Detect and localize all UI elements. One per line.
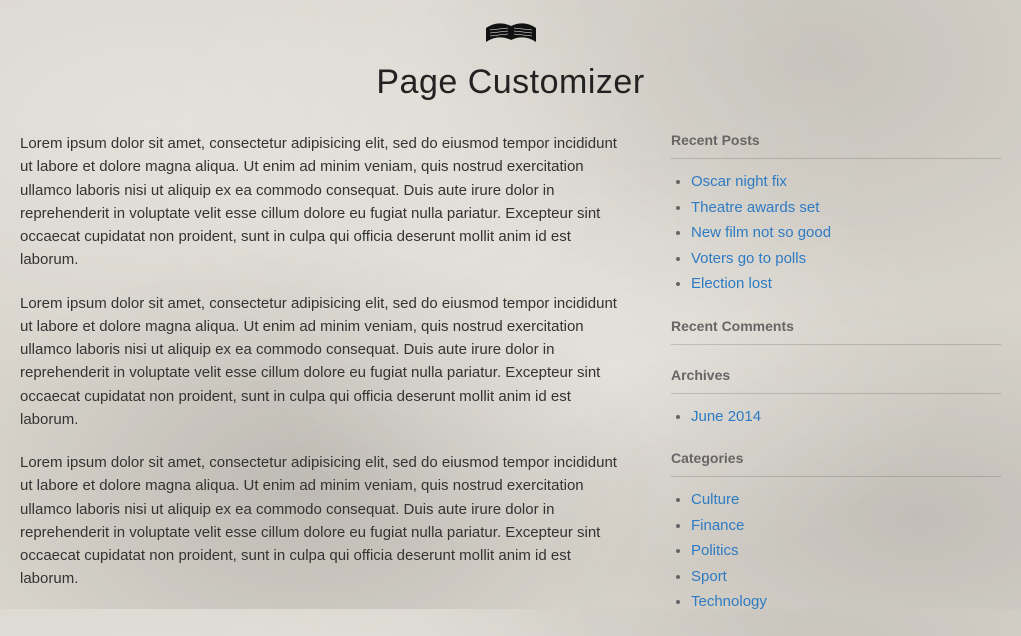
page-title: Page Customizer xyxy=(0,63,1021,102)
category-link[interactable]: Culture xyxy=(691,491,739,508)
list-item: Election lost xyxy=(691,273,1001,296)
recent-posts-list: Oscar night fix Theatre awards set New f… xyxy=(671,171,1001,296)
content-container: Lorem ipsum dolor sit amet, consectetur … xyxy=(0,112,1021,636)
paragraph: Lorem ipsum dolor sit amet, consectetur … xyxy=(20,451,631,591)
list-item: Oscar night fix xyxy=(691,171,1001,194)
list-item: Technology xyxy=(691,591,1001,614)
paragraph: Lorem ipsum dolor sit amet, consectetur … xyxy=(20,132,631,272)
book-icon xyxy=(482,20,540,55)
categories-list: Culture Finance Politics Sport Technolog… xyxy=(671,489,1001,614)
list-item: Theatre awards set xyxy=(691,197,1001,220)
list-item: Voters go to polls xyxy=(691,248,1001,271)
recent-post-link[interactable]: New film not so good xyxy=(691,224,831,241)
widget-title: Categories xyxy=(671,450,1001,477)
widget-title: Archives xyxy=(671,367,1001,394)
widget-categories: Categories Culture Finance Politics Spor… xyxy=(671,450,1001,614)
recent-post-link[interactable]: Voters go to polls xyxy=(691,250,806,267)
widget-archives: Archives June 2014 xyxy=(671,367,1001,429)
sidebar: Recent Posts Oscar night fix Theatre awa… xyxy=(671,132,1001,636)
archives-list: June 2014 xyxy=(671,406,1001,429)
widget-recent-comments: Recent Comments xyxy=(671,318,1001,345)
list-item: New film not so good xyxy=(691,222,1001,245)
main-content: Lorem ipsum dolor sit amet, consectetur … xyxy=(20,132,671,636)
list-item: Politics xyxy=(691,540,1001,563)
paragraph: Lorem ipsum dolor sit amet, consectetur … xyxy=(20,292,631,432)
archive-link[interactable]: June 2014 xyxy=(691,408,761,425)
list-item: Finance xyxy=(691,515,1001,538)
list-item: June 2014 xyxy=(691,406,1001,429)
widget-recent-posts: Recent Posts Oscar night fix Theatre awa… xyxy=(671,132,1001,296)
widget-title: Recent Comments xyxy=(671,318,1001,345)
category-link[interactable]: Sport xyxy=(691,568,727,585)
recent-post-link[interactable]: Election lost xyxy=(691,275,772,292)
header: Page Customizer xyxy=(0,0,1021,112)
category-link[interactable]: Politics xyxy=(691,542,739,559)
list-item: Culture xyxy=(691,489,1001,512)
recent-post-link[interactable]: Oscar night fix xyxy=(691,173,787,190)
category-link[interactable]: Finance xyxy=(691,517,744,534)
recent-post-link[interactable]: Theatre awards set xyxy=(691,199,819,216)
list-item: Sport xyxy=(691,566,1001,589)
category-link[interactable]: Technology xyxy=(691,593,767,610)
widget-title: Recent Posts xyxy=(671,132,1001,159)
